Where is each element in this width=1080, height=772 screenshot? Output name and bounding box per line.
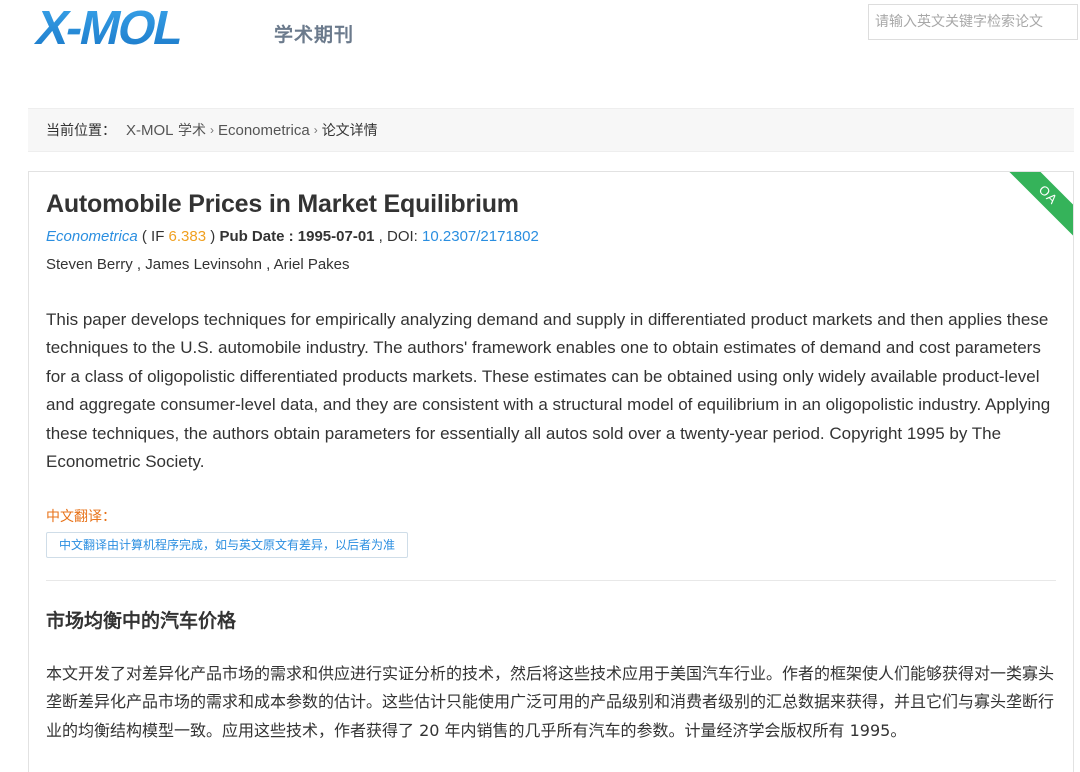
pub-date-label: Pub Date : <box>219 228 298 245</box>
doi-link[interactable]: 10.2307/2171802 <box>422 228 539 245</box>
chinese-title: 市场均衡中的汽车价格 <box>46 610 237 632</box>
breadcrumb: 当前位置： X-MOL 学术 › Econometrica › 论文详情 <box>28 108 1074 152</box>
translation-label: 中文翻译： <box>46 509 116 525</box>
abstract-text: This paper develops techniques for empir… <box>46 310 1051 472</box>
article-title: Automobile Prices in Market Equilibrium <box>46 190 519 218</box>
author-link[interactable]: Steven Berry <box>46 256 133 273</box>
breadcrumb-link-xmol-suffix: 学术 <box>173 123 206 139</box>
logo-text: X-MOL <box>32 4 188 48</box>
breadcrumb-label: 当前位置： <box>46 123 116 139</box>
page: X-MOL 学术期刊 当前位置： X-MOL 学术 › Econometrica… <box>0 0 1080 772</box>
article-card: OA Automobile Prices in Market Equilibri… <box>28 171 1074 772</box>
if-open: ( IF <box>137 228 169 245</box>
author-link[interactable]: James Levinsohn <box>145 256 262 273</box>
author-link[interactable]: Ariel Pakes <box>274 256 350 273</box>
article-meta: Econometrica ( IF 6.383 ) Pub Date : 199… <box>46 228 539 245</box>
breadcrumb-current: 论文详情 <box>321 123 378 139</box>
breadcrumb-separator: › <box>313 123 318 137</box>
logo-subtitle: 学术期刊 <box>274 24 355 46</box>
author-separator: , <box>132 256 146 273</box>
xmol-logo[interactable]: X-MOL <box>32 4 266 48</box>
author-list: Steven Berry , James Levinsohn , Ariel P… <box>46 256 350 273</box>
if-close: ) <box>206 228 220 245</box>
translation-notice: 中文翻译由计算机程序完成，如与英文原文有差异，以后者为准 <box>46 532 409 558</box>
breadcrumb-link-xmol[interactable]: X-MOL 学术 <box>126 120 206 140</box>
doi-label: , DOI: <box>374 228 423 245</box>
search-input[interactable] <box>868 4 1078 40</box>
breadcrumb-link-xmol-prefix: X-MOL <box>126 122 174 139</box>
oa-badge: OA <box>1001 172 1073 242</box>
chinese-abstract: 本文开发了对差异化产品市场的需求和供应进行实证分析的技术，然后将这些技术应用于美… <box>46 664 1055 740</box>
site-header: X-MOL 学术期刊 <box>0 0 1080 100</box>
journal-link[interactable]: Econometrica <box>46 228 138 245</box>
author-separator: , <box>261 256 274 273</box>
pub-date: 1995-07-01 <box>297 228 375 245</box>
breadcrumb-separator: › <box>209 123 214 137</box>
impact-factor: 6.383 <box>168 228 207 245</box>
xmol-logo-mark: X-MOL <box>32 4 188 48</box>
section-divider <box>46 580 1056 581</box>
breadcrumb-link-journal[interactable]: Econometrica <box>218 122 310 139</box>
